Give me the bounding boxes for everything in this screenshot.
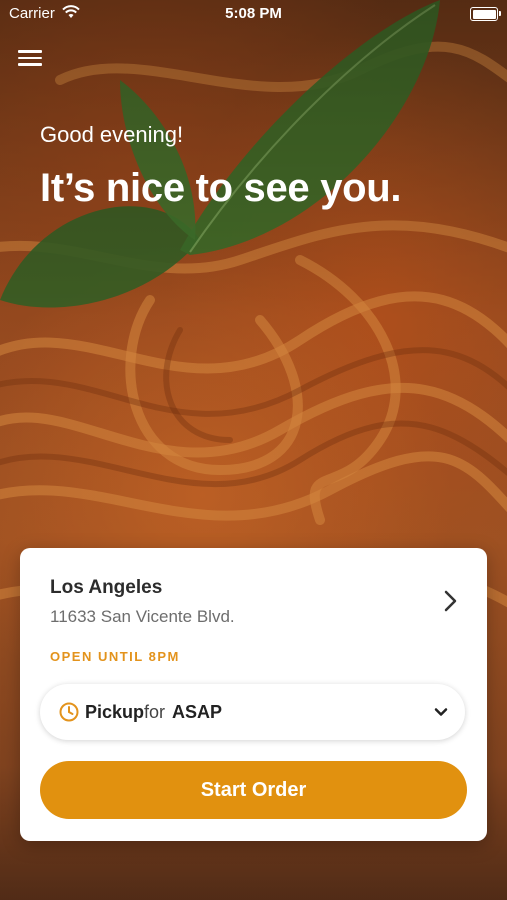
order-mode-connector: for — [144, 702, 166, 722]
menu-line — [18, 56, 42, 59]
location-name: Los Angeles — [50, 577, 163, 598]
clock-icon — [59, 702, 79, 722]
battery-icon — [470, 7, 501, 21]
menu-icon[interactable] — [18, 47, 42, 69]
chevron-down-icon — [434, 708, 448, 716]
menu-line — [18, 50, 42, 53]
status-time: 5:08 PM — [225, 5, 282, 22]
status-bar: Carrier 5:08 PM — [0, 0, 507, 28]
location-card: Los Angeles 11633 San Vicente Blvd. OPEN… — [20, 548, 487, 841]
chevron-right-icon[interactable] — [439, 588, 461, 614]
order-mode-label: Pickup — [85, 702, 145, 722]
order-mode-selector[interactable]: Pickup for ASAP — [40, 684, 465, 740]
start-order-button[interactable]: Start Order — [40, 761, 467, 819]
location-address: 11633 San Vicente Blvd. — [50, 607, 235, 626]
welcome-headline: It’s nice to see you. — [40, 166, 402, 210]
order-time-label: ASAP — [172, 702, 223, 722]
menu-line — [18, 63, 42, 66]
location-hours: OPEN UNTIL 8PM — [50, 649, 180, 664]
greeting-text: Good evening! — [40, 122, 184, 147]
